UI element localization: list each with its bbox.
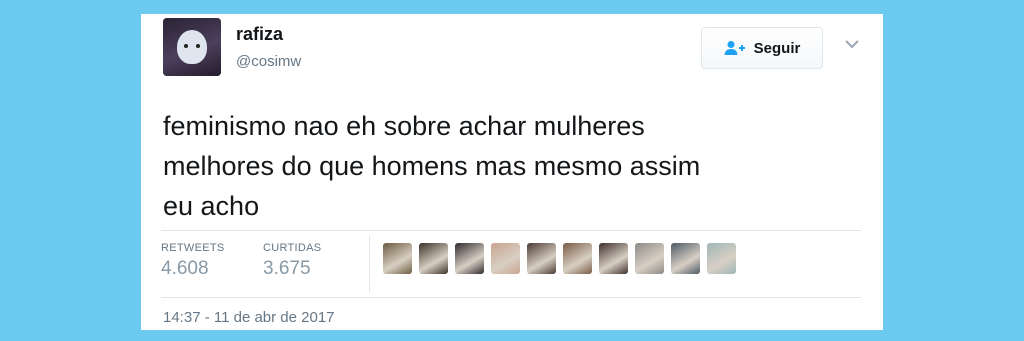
follow-person-plus-icon <box>724 41 745 55</box>
user-handle[interactable]: @cosimw <box>236 53 301 70</box>
display-name[interactable]: rafiza <box>236 24 283 45</box>
likes-count: 3.675 <box>263 258 311 279</box>
liker-avatar[interactable] <box>635 243 664 274</box>
divider <box>161 297 861 298</box>
liker-avatar[interactable] <box>671 243 700 274</box>
likes-label: CURTIDAS <box>263 242 322 254</box>
liker-avatar[interactable] <box>527 243 556 274</box>
liker-avatar[interactable] <box>599 243 628 274</box>
likers-avatars <box>383 243 736 274</box>
liker-avatar[interactable] <box>563 243 592 274</box>
divider <box>161 230 861 231</box>
tweet-card: rafiza @cosimw Seguir feminismo nao eh s… <box>141 14 883 330</box>
likes-stat[interactable]: CURTIDAS 3.675 <box>263 242 321 280</box>
liker-avatar[interactable] <box>707 243 736 274</box>
liker-avatar[interactable] <box>455 243 484 274</box>
retweets-label: RETWEETS <box>161 242 225 254</box>
tweet-text: feminismo nao eh sobre achar mulheres me… <box>163 106 863 226</box>
liker-avatar[interactable] <box>383 243 412 274</box>
avatar[interactable] <box>163 18 221 76</box>
liker-avatar[interactable] <box>491 243 520 274</box>
tweet-text-line: melhores do que homens mas mesmo assim <box>163 151 701 181</box>
liker-avatar[interactable] <box>419 243 448 274</box>
tweet-text-line: feminismo nao eh sobre achar mulheres <box>163 111 645 141</box>
retweets-count: 4.608 <box>161 258 209 279</box>
follow-button[interactable]: Seguir <box>701 27 823 69</box>
chevron-down-icon[interactable] <box>844 38 860 50</box>
stats-separator <box>369 236 370 292</box>
tweet-timestamp[interactable]: 14:37 - 11 de abr de 2017 <box>163 309 335 326</box>
tweet-text-line: eu acho <box>163 191 260 221</box>
retweets-stat[interactable]: RETWEETS 4.608 <box>161 242 225 280</box>
follow-button-label: Seguir <box>753 39 801 57</box>
